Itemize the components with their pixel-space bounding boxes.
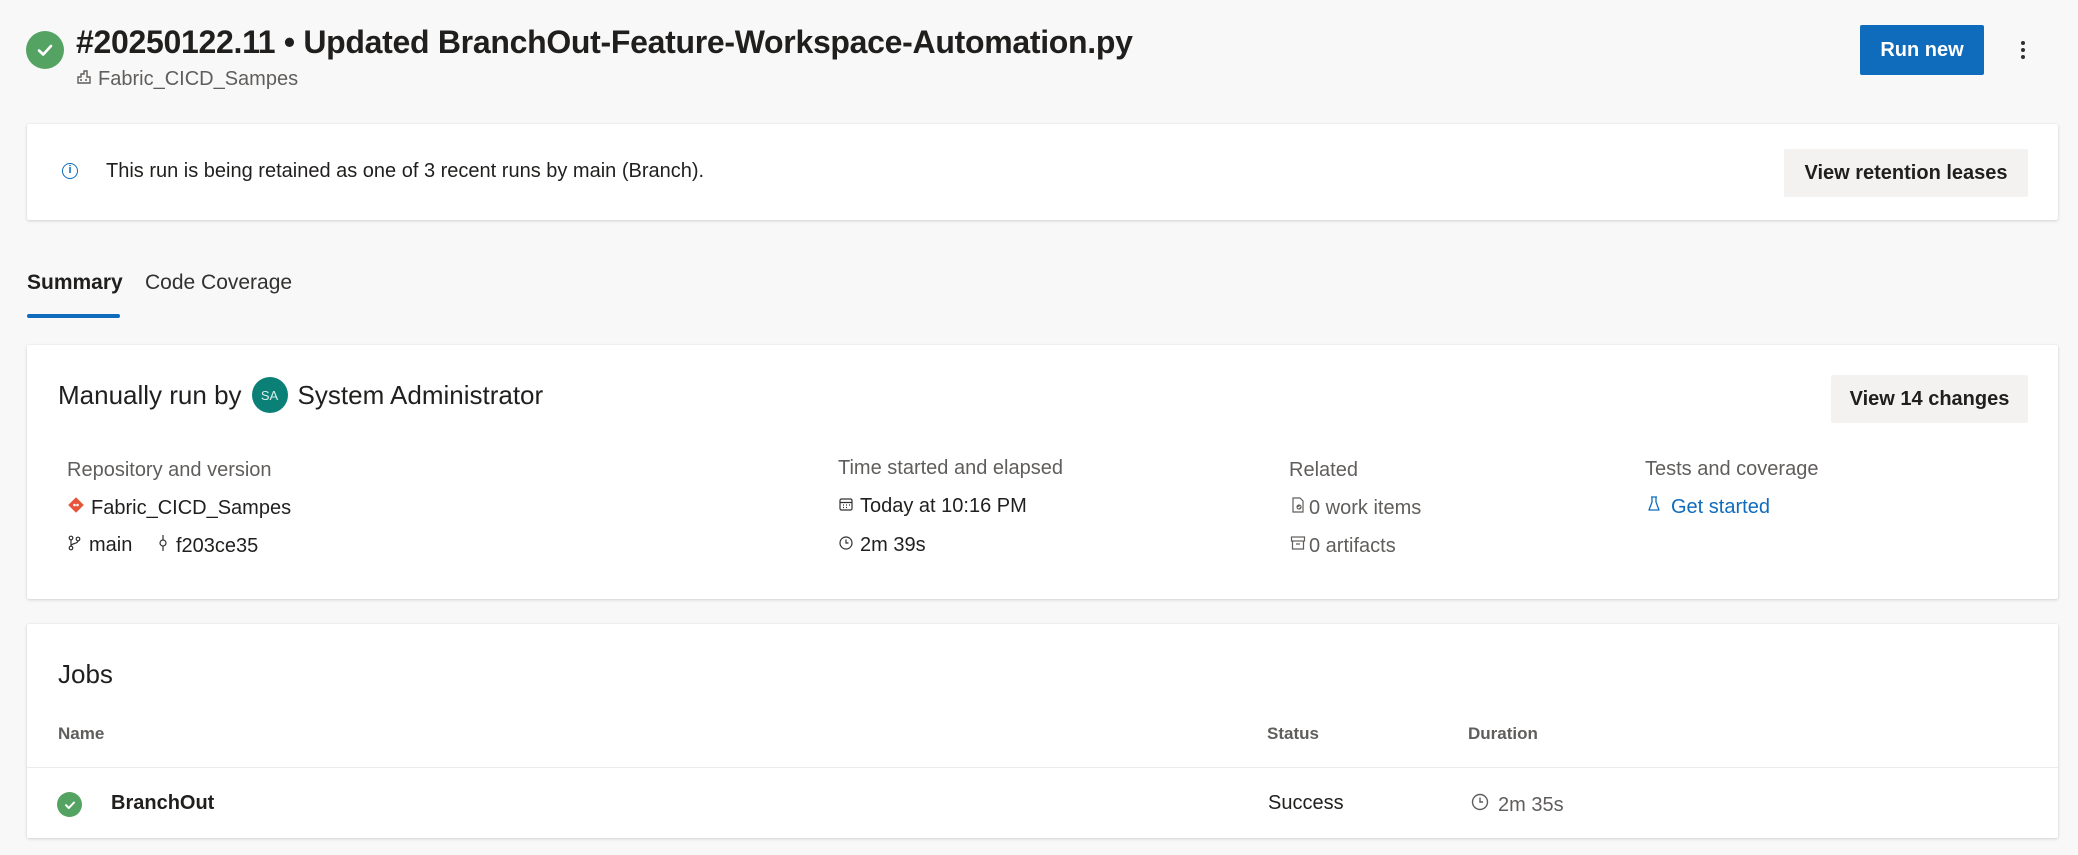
table-divider: [27, 767, 2058, 768]
tab-summary[interactable]: Summary: [27, 271, 123, 295]
get-started-link[interactable]: Get started: [1647, 495, 1770, 519]
git-repo-icon: [67, 496, 85, 520]
view-changes-button[interactable]: View 14 changes: [1831, 375, 2028, 423]
more-options-icon[interactable]: [2008, 32, 2038, 68]
related-label: Related: [1289, 459, 1358, 481]
elapsed-time-text: 2m 39s: [860, 534, 926, 556]
column-header-name: Name: [58, 724, 105, 743]
jobs-title: Jobs: [58, 659, 113, 689]
job-success-icon: [57, 792, 82, 817]
jobs-card: [27, 624, 2058, 838]
view-retention-leases-button[interactable]: View retention leases: [1784, 149, 2028, 197]
elapsed-time: 2m 39s: [838, 534, 926, 557]
column-header-duration: Duration: [1468, 724, 1538, 743]
artifact-icon: [1289, 534, 1307, 558]
run-trigger-info: Manually run by SA System Administrator: [58, 377, 543, 413]
branch-icon: [67, 534, 83, 557]
commit-info[interactable]: f203ce35: [156, 534, 258, 558]
run-new-button[interactable]: Run new: [1860, 25, 1984, 75]
work-items-count: 0 work items: [1309, 496, 1422, 519]
repository-name: Fabric_CICD_Sampes: [91, 496, 292, 519]
commit-icon: [156, 534, 170, 558]
column-header-status: Status: [1267, 724, 1319, 743]
pipeline-link[interactable]: Fabric_CICD_Sampes: [76, 68, 298, 91]
commit-id: f203ce35: [176, 534, 259, 557]
run-title: #20250122.11 • Updated BranchOut-Feature…: [76, 24, 1133, 60]
job-name: BranchOut: [111, 792, 215, 814]
job-duration: 2m 35s: [1470, 792, 1564, 818]
calendar-icon: [838, 495, 854, 518]
branch-name: main: [89, 534, 133, 556]
work-items-link[interactable]: 0 work items: [1289, 496, 1421, 520]
clock-icon: [1470, 792, 1490, 818]
retention-message: This run is being retained as one of 3 r…: [106, 160, 705, 182]
beaker-icon: [1647, 495, 1661, 519]
start-time: Today at 10:16 PM: [838, 495, 1027, 518]
artifacts-count: 0 artifacts: [1309, 534, 1396, 557]
clock-icon: [838, 534, 854, 557]
info-icon: i: [62, 163, 78, 179]
repository-label: Repository and version: [67, 459, 272, 481]
work-item-icon: [1289, 496, 1307, 520]
pipeline-icon: [76, 68, 92, 91]
run-success-icon: [26, 31, 64, 69]
avatar: SA: [251, 377, 288, 413]
job-status: Success: [1268, 792, 1344, 814]
pipeline-name: Fabric_CICD_Sampes: [98, 68, 299, 90]
manually-run-label: Manually run by: [58, 379, 242, 410]
time-label: Time started and elapsed: [838, 457, 1063, 479]
tests-label: Tests and coverage: [1645, 458, 1819, 480]
repository-link[interactable]: Fabric_CICD_Sampes: [67, 496, 291, 520]
job-duration-text: 2m 35s: [1498, 793, 1564, 816]
start-time-text: Today at 10:16 PM: [860, 495, 1027, 517]
artifacts-link[interactable]: 0 artifacts: [1289, 534, 1396, 558]
tab-code-coverage[interactable]: Code Coverage: [145, 271, 292, 295]
branch-info[interactable]: main: [67, 534, 132, 557]
user-name: System Administrator: [297, 379, 544, 410]
get-started-text: Get started: [1671, 495, 1770, 518]
selected-tab-indicator: [27, 314, 120, 318]
